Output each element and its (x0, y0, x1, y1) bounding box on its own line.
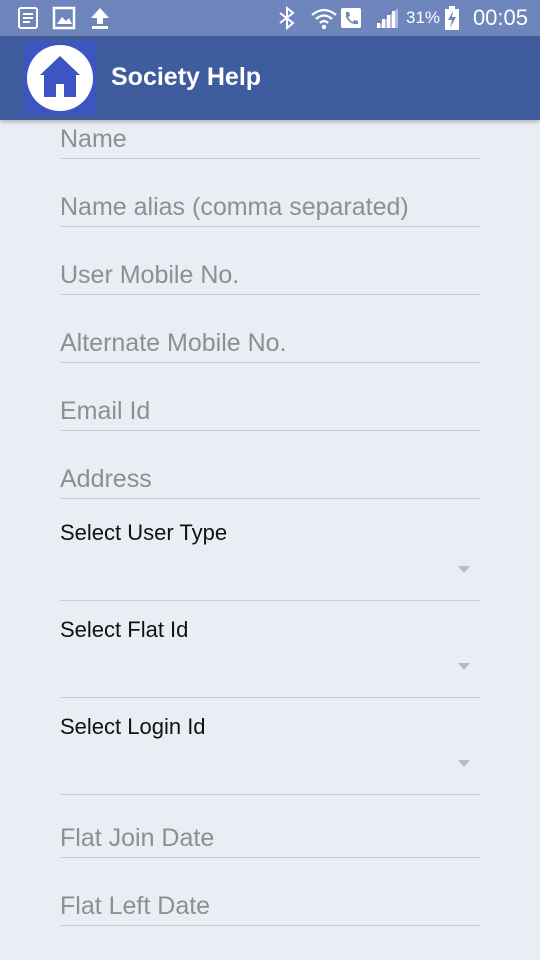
user-type-block: Select User Type (60, 520, 480, 601)
address-input[interactable] (60, 462, 480, 496)
address-field (60, 458, 480, 499)
flat-left-date-input[interactable] (60, 889, 480, 923)
name-input[interactable] (60, 122, 480, 156)
wifi-icon (310, 6, 338, 35)
flat-join-date-input[interactable] (60, 821, 480, 855)
alternate-mobile-field (60, 322, 480, 363)
alternate-mobile-input[interactable] (60, 326, 480, 360)
login-id-block: Select Login Id (60, 714, 480, 795)
battery-percentage: 31% (406, 8, 441, 27)
user-type-label: Select User Type (60, 520, 228, 545)
clock-time: 00:05 (472, 5, 528, 30)
battery-charging-icon (444, 6, 460, 35)
dropdown-arrow-icon (458, 663, 470, 670)
email-input[interactable] (60, 394, 480, 428)
app-title: Society Help (111, 63, 262, 91)
user-type-dropdown[interactable] (60, 550, 480, 601)
image-notification-icon (52, 6, 76, 35)
user-mobile-input[interactable] (60, 258, 480, 292)
flat-id-label: Select Flat Id (60, 617, 189, 642)
name-alias-input[interactable] (60, 190, 480, 224)
email-field (60, 390, 480, 431)
home-logo-icon (24, 42, 96, 114)
flat-left-date-field (60, 885, 480, 926)
call-icon (340, 6, 362, 35)
dropdown-arrow-icon (458, 760, 470, 767)
name-field (60, 118, 480, 159)
name-alias-field (60, 186, 480, 227)
login-id-dropdown[interactable] (60, 744, 480, 795)
notes-notification-icon (16, 6, 40, 35)
upload-notification-icon (88, 6, 112, 35)
flat-id-block: Select Flat Id (60, 617, 480, 698)
flat-join-date-field (60, 817, 480, 858)
dropdown-arrow-icon (458, 566, 470, 573)
login-id-label: Select Login Id (60, 714, 206, 739)
status-bar: 31% 00:05 (0, 0, 540, 36)
user-mobile-field (60, 254, 480, 295)
bluetooth-icon (276, 5, 298, 35)
flat-id-dropdown[interactable] (60, 647, 480, 698)
app-bar: Society Help (0, 36, 540, 120)
signal-strength-icon (374, 6, 400, 35)
